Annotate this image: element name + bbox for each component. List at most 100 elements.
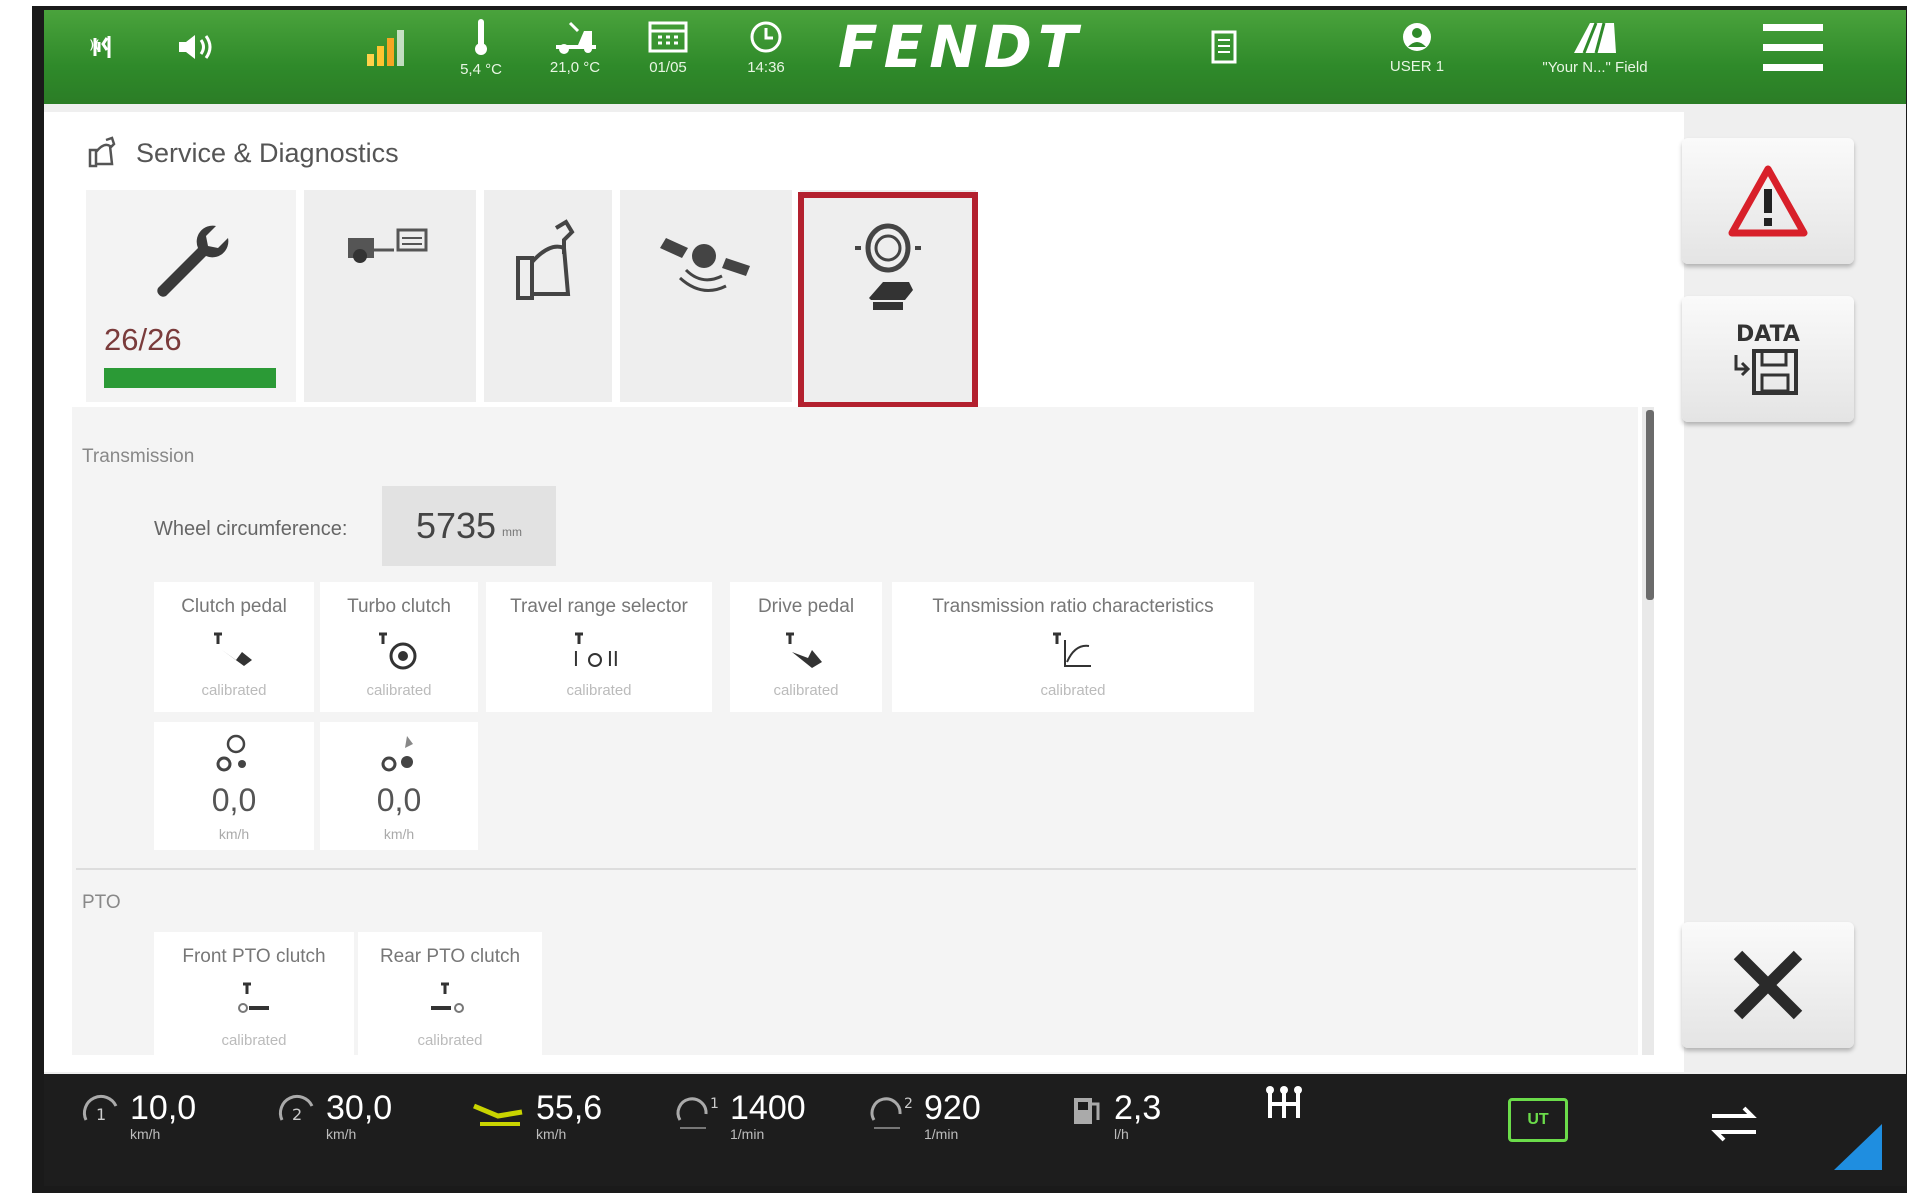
tab-machine-computer[interactable] xyxy=(304,190,476,402)
section-transmission: Transmission xyxy=(82,446,195,467)
fuel-pump-icon xyxy=(1074,1098,1100,1124)
clock-icon xyxy=(750,21,782,52)
data-save-group: DATA xyxy=(1732,322,1804,397)
tab-diagnostics[interactable]: 26/26 xyxy=(86,190,296,402)
card-transmission-ratio[interactable]: Transmission ratio characteristics calib… xyxy=(892,582,1254,712)
svg-text:1: 1 xyxy=(710,1096,719,1112)
brand-logo: FENDT xyxy=(838,13,1084,81)
hand-wrench-icon xyxy=(516,219,575,300)
outside-temperature: 5,4 °C xyxy=(446,0,516,94)
svg-text:II: II xyxy=(607,647,619,671)
gear-sensor-icon xyxy=(381,736,413,772)
cruise-speed-2-icon: 2 xyxy=(278,1094,314,1124)
speed-sensor-2: 0,0 km/h xyxy=(320,722,478,850)
user-icon xyxy=(1403,22,1431,51)
svg-text:1: 1 xyxy=(96,1105,106,1124)
rear-pto-icon xyxy=(431,982,464,1013)
inside-temperature: 21,0 °C xyxy=(538,0,612,94)
speed-unit: km/h xyxy=(218,826,250,842)
cruise-speed-1-icon: 1 xyxy=(82,1094,118,1124)
hand-wrench-icon xyxy=(88,136,116,168)
field-icon xyxy=(1574,21,1616,54)
card-status: calibrated xyxy=(1040,682,1106,699)
time-display: 14:36 xyxy=(736,0,796,94)
engine-speed-1-icon: 1 xyxy=(676,1096,719,1129)
engine-speed-2-unit: 1/min xyxy=(924,1126,959,1142)
network-strength-icon xyxy=(358,0,414,94)
transmission-shift-icon[interactable] xyxy=(1262,1084,1306,1130)
ut-button[interactable]: UT xyxy=(1508,1098,1568,1142)
speed-unit: km/h xyxy=(383,826,415,842)
card-label: Travel range selector xyxy=(510,596,688,617)
ut-icon: UT xyxy=(1508,1098,1568,1142)
tab-service[interactable] xyxy=(484,190,612,402)
warning-icon xyxy=(1728,165,1808,237)
fuel-unit: l/h xyxy=(1114,1126,1129,1142)
engine-speed-2[interactable]: 2 920 1/min xyxy=(866,1090,981,1142)
ground-speed: 55,6 km/h xyxy=(470,1090,602,1142)
volume-icon[interactable] xyxy=(170,0,220,94)
card-drive-pedal[interactable]: Drive pedal calibrated xyxy=(730,582,882,712)
engine-speed-1[interactable]: 1 1400 1/min xyxy=(672,1090,806,1142)
calendar-icon xyxy=(648,21,688,52)
section-pto: PTO xyxy=(82,892,121,913)
card-label: Transmission ratio characteristics xyxy=(932,596,1214,617)
drive-pedal-icon xyxy=(786,632,822,668)
fuel-consumption: 2,3 l/h xyxy=(1068,1090,1161,1142)
card-clutch-pedal[interactable]: Clutch pedal calibrated xyxy=(154,582,314,712)
ground-speed-value: 55,6 xyxy=(536,1089,603,1127)
wrench-icon xyxy=(157,225,229,297)
corner-indicator-icon[interactable] xyxy=(1834,1124,1882,1170)
page-title: Service & Diagnostics xyxy=(136,137,399,168)
svg-text:2: 2 xyxy=(904,1096,913,1112)
speed-value: 0,0 xyxy=(376,782,422,818)
tab-count: 26/26 xyxy=(104,322,182,357)
card-travel-range-selector[interactable]: Travel range selector I II calibrated xyxy=(486,582,712,712)
card-label: Turbo clutch xyxy=(347,596,451,617)
engine-speed-2-value: 920 xyxy=(924,1089,981,1127)
warning-button[interactable] xyxy=(1682,138,1854,264)
scrollbar-thumb[interactable] xyxy=(1646,410,1654,600)
engine-speed-1-unit: 1/min xyxy=(730,1126,765,1142)
cruise-speed-1[interactable]: 1 10,0 km/h xyxy=(80,1090,196,1142)
data-label: DATA xyxy=(1736,321,1800,347)
card-label: Clutch pedal xyxy=(181,596,287,617)
field-selector[interactable]: "Your N..." Field xyxy=(1510,0,1680,94)
date-display: 01/05 xyxy=(636,0,700,94)
highlight-box xyxy=(798,192,978,408)
signal-icon[interactable]: ⁾⁽ xyxy=(84,0,124,94)
close-icon xyxy=(1733,950,1803,1020)
menu-icon[interactable] xyxy=(1758,0,1828,94)
engine-speed-2-icon: 2 xyxy=(870,1096,913,1129)
cruise-speed-2[interactable]: 2 30,0 km/h xyxy=(276,1090,392,1142)
fuel-value: 2,3 xyxy=(1114,1089,1162,1127)
document-icon[interactable] xyxy=(1202,0,1246,94)
engine-speed-1-value: 1400 xyxy=(730,1089,806,1127)
card-status: calibrated xyxy=(566,682,632,699)
card-front-pto-clutch[interactable]: Front PTO clutch calibrated xyxy=(154,932,354,1058)
speed-sensor-1: 0,0 km/h xyxy=(154,722,314,850)
card-status: calibrated xyxy=(221,1032,287,1049)
card-label: Drive pedal xyxy=(757,596,855,617)
front-pto-icon xyxy=(238,982,269,1013)
card-label: Front PTO clutch xyxy=(182,946,326,967)
swap-icon[interactable] xyxy=(1706,1104,1762,1144)
tractor-temp-icon xyxy=(556,21,596,54)
card-label: Rear PTO clutch xyxy=(379,946,521,967)
pedal-icon xyxy=(214,632,252,666)
wheel-circumference-field[interactable]: 5735 mm xyxy=(382,486,556,566)
thermometer-icon xyxy=(475,18,487,55)
wheel-circumference-label: Wheel circumference: xyxy=(154,518,348,540)
card-rear-pto-clutch[interactable]: Rear PTO clutch calibrated xyxy=(358,932,542,1058)
close-button[interactable] xyxy=(1682,922,1854,1048)
satellite-icon xyxy=(660,238,750,292)
save-disk-icon xyxy=(1734,348,1798,395)
user-selector[interactable]: USER 1 xyxy=(1372,0,1462,94)
tab-satellite[interactable] xyxy=(620,190,792,402)
ground-speed-unit: km/h xyxy=(536,1126,567,1142)
speed-value: 0,0 xyxy=(211,782,257,818)
card-turbo-clutch[interactable]: Turbo clutch calibrated xyxy=(320,582,478,712)
gear-sensor-icon xyxy=(216,734,246,772)
data-save-button[interactable]: DATA xyxy=(1682,296,1854,422)
cruise-speed-2-unit: km/h xyxy=(326,1126,357,1142)
